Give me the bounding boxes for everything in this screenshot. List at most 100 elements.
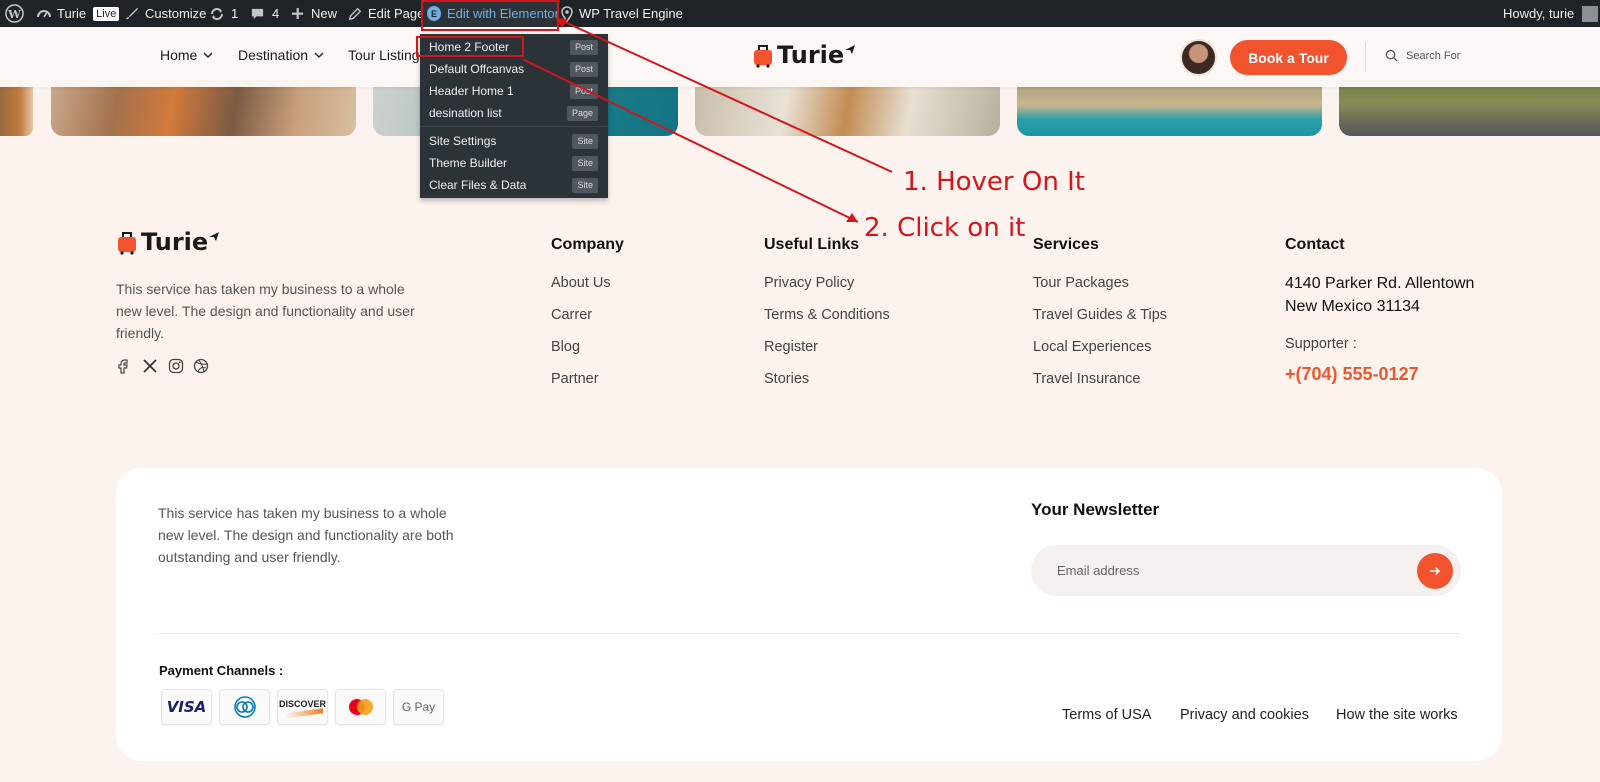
- site-header: Home Destination Tour Listing Turie Book…: [0, 27, 1600, 87]
- nav-home[interactable]: Home: [160, 47, 213, 63]
- howdy-account-item[interactable]: Howdy, turie: [1503, 0, 1599, 27]
- footer-link-privacy-policy[interactable]: Privacy Policy: [764, 275, 854, 291]
- new-label: New: [311, 6, 338, 21]
- newsletter-email-input[interactable]: [1031, 545, 1411, 596]
- updates-count: 1: [231, 6, 239, 21]
- dribbble-icon[interactable]: [193, 358, 209, 374]
- search-placeholder: Search For: [1406, 49, 1461, 62]
- nav-destination-label: Destination: [238, 47, 309, 63]
- edit-page-item[interactable]: Edit Page: [348, 0, 424, 27]
- plus-icon: [291, 7, 304, 20]
- dropdown-item-label: Theme Builder: [429, 156, 508, 170]
- footer-link-carrer[interactable]: Carrer: [551, 307, 592, 323]
- book-a-tour-button[interactable]: Book a Tour: [1230, 40, 1347, 75]
- gallery-photo[interactable]: [51, 80, 356, 136]
- pencil-icon: [348, 7, 362, 20]
- footer-company-title: Company: [551, 236, 624, 253]
- footer-link-tour-packages[interactable]: Tour Packages: [1033, 275, 1129, 291]
- address-line-1: 4140 Parker Rd. Allentown: [1285, 275, 1475, 292]
- site-name-label: Turie: [57, 6, 87, 21]
- footer-link-terms-conditions[interactable]: Terms & Conditions: [764, 307, 890, 323]
- dropdown-item-desination-list[interactable]: desination list Page: [420, 102, 608, 124]
- customize-item[interactable]: Customize: [124, 0, 206, 27]
- dropdown-item-tag: Site: [572, 178, 598, 193]
- discover-label: DISCOVER: [278, 698, 326, 709]
- footer-link-local-experiences[interactable]: Local Experiences: [1033, 339, 1152, 355]
- gallery-photo[interactable]: [695, 80, 1000, 136]
- comments-item[interactable]: 4: [250, 0, 279, 27]
- dropdown-item-label: Site Settings: [429, 134, 497, 148]
- gallery-photo[interactable]: [1017, 80, 1322, 136]
- search-icon: [1385, 49, 1398, 62]
- mastercard-icon: [335, 689, 386, 725]
- newsletter-submit-button[interactable]: [1417, 553, 1453, 589]
- wp-travel-engine-item[interactable]: WP Travel Engine: [559, 0, 683, 27]
- footer-link-stories[interactable]: Stories: [764, 371, 809, 387]
- dropdown-item-home-2-footer[interactable]: Home 2 Footer Post: [420, 36, 608, 58]
- dropdown-item-theme-builder[interactable]: Theme Builder Site: [420, 152, 608, 174]
- dropdown-item-tag: Site: [572, 134, 598, 149]
- dropdown-item-tag: Post: [569, 62, 598, 77]
- footer-logo-text: Turie: [141, 228, 209, 256]
- logo-text: Turie: [777, 41, 845, 69]
- wp-admin-bar: W Turie Live Customize 1 4 New Edit Page…: [0, 0, 1600, 27]
- footer-link-about-us[interactable]: About Us: [551, 275, 611, 291]
- address-line-2: New Mexico 31134: [1285, 298, 1420, 315]
- gallery-photo[interactable]: [1339, 80, 1600, 136]
- header-logo[interactable]: Turie: [752, 41, 856, 69]
- svg-text:W: W: [7, 7, 21, 21]
- bottom-link-privacy-cookies[interactable]: Privacy and cookies: [1180, 707, 1309, 723]
- annotation-step-1: 1. Hover On It: [903, 167, 1085, 197]
- dropdown-item-default-offcanvas[interactable]: Default Offcanvas Post: [420, 58, 608, 80]
- chevron-down-icon: [203, 52, 213, 58]
- footer-link-blog[interactable]: Blog: [551, 339, 580, 355]
- support-phone-link[interactable]: +(704) 555-0127: [1285, 364, 1419, 385]
- footer-contact-title: Contact: [1285, 236, 1345, 253]
- edit-with-elementor-item[interactable]: E Edit with Elementor: [421, 0, 559, 27]
- card-divider: [158, 633, 1460, 634]
- nav-tour-listing[interactable]: Tour Listing: [348, 47, 420, 63]
- dropdown-item-label: desination list: [429, 106, 502, 120]
- new-content-item[interactable]: New: [291, 0, 337, 27]
- instagram-icon[interactable]: [168, 358, 184, 374]
- dropdown-item-header-home-1[interactable]: Header Home 1 Post: [420, 80, 608, 102]
- footer-bottom-card: This service has taken my business to a …: [116, 468, 1502, 761]
- facebook-icon[interactable]: [116, 358, 130, 374]
- site-name-item[interactable]: Turie Live: [36, 0, 120, 27]
- footer-link-register[interactable]: Register: [764, 339, 818, 355]
- bottom-link-how-site-works[interactable]: How the site works: [1336, 707, 1458, 723]
- diners-club-card-icon: [219, 689, 270, 725]
- supporter-label: Supporter :: [1285, 336, 1357, 352]
- x-icon[interactable]: [142, 358, 158, 374]
- contact-address: 4140 Parker Rd. Allentown New Mexico 311…: [1285, 272, 1474, 318]
- payment-channels-title: Payment Channels :: [159, 663, 284, 678]
- footer-services-title: Services: [1033, 236, 1099, 253]
- dropdown-item-site-settings[interactable]: Site Settings Site: [420, 130, 608, 152]
- footer-link-travel-guides[interactable]: Travel Guides & Tips: [1033, 307, 1167, 323]
- wordpress-logo-icon[interactable]: W: [5, 0, 24, 27]
- howdy-label: Howdy, turie: [1503, 6, 1575, 21]
- plane-icon: [209, 232, 220, 241]
- dropdown-item-tag: Page: [566, 106, 598, 121]
- header-search[interactable]: Search For: [1385, 49, 1460, 62]
- gallery-photo[interactable]: [0, 80, 33, 136]
- newsletter-title: Your Newsletter: [1031, 500, 1160, 519]
- dropdown-item-clear-files-data[interactable]: Clear Files & Data Site: [420, 174, 608, 196]
- nav-destination[interactable]: Destination: [238, 47, 324, 63]
- footer-logo[interactable]: Turie: [116, 228, 220, 256]
- elementor-dropdown-menu: Home 2 Footer Post Default Offcanvas Post …: [420, 34, 608, 198]
- footer-link-travel-insurance[interactable]: Travel Insurance: [1033, 371, 1140, 387]
- user-avatar[interactable]: [1180, 39, 1217, 76]
- customize-label: Customize: [145, 6, 207, 21]
- dropdown-item-tag: Site: [572, 156, 598, 171]
- footer-link-partner[interactable]: Partner: [551, 371, 599, 387]
- footer-useful-links-title: Useful Links: [764, 236, 860, 253]
- bottom-link-terms[interactable]: Terms of USA: [1062, 707, 1151, 723]
- dropdown-item-tag: Post: [569, 40, 598, 55]
- visa-card-icon: VISA: [161, 689, 212, 725]
- updates-item[interactable]: 1: [209, 0, 238, 27]
- user-avatar-small: [1582, 5, 1599, 22]
- map-pin-icon: [561, 5, 573, 22]
- diners-club-logo: [233, 696, 256, 718]
- dashboard-icon: [37, 9, 51, 17]
